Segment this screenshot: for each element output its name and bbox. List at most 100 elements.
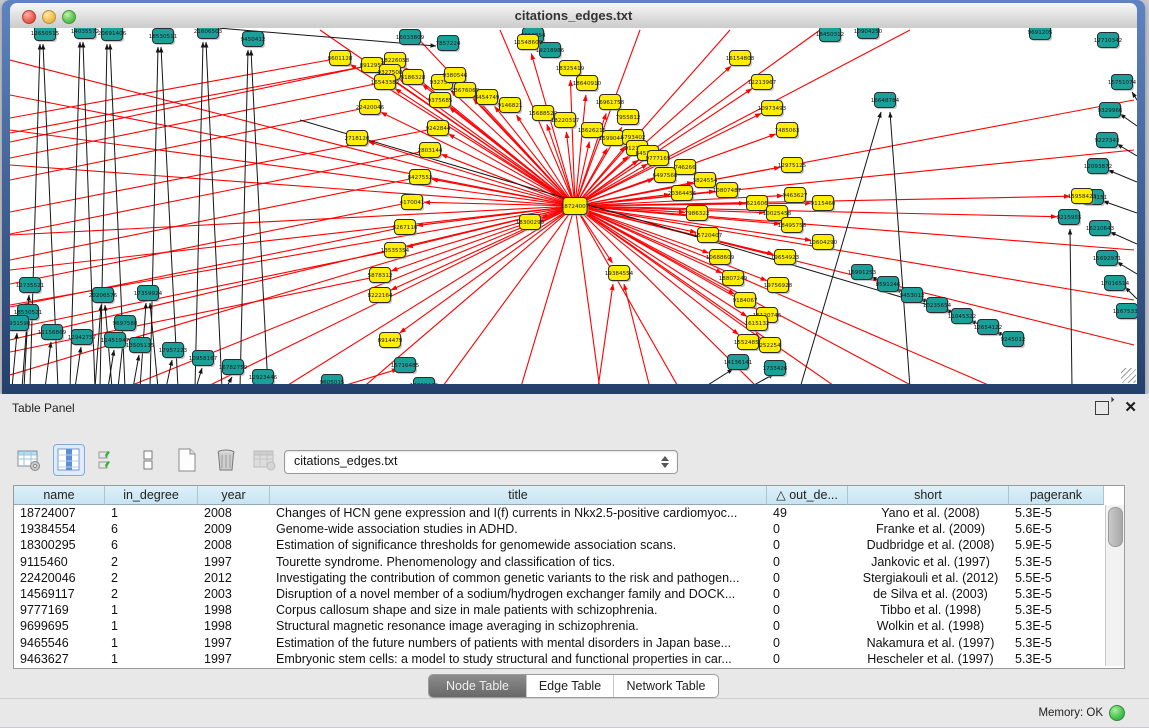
graph-node[interactable]: 13505135: [126, 338, 155, 355]
graph-node[interactable]: 1733426: [763, 361, 788, 378]
graph-node[interactable]: 12735521: [16, 278, 45, 295]
graph-node[interactable]: 17016514: [1101, 276, 1130, 293]
column-header-name[interactable]: name: [14, 486, 105, 505]
graph-node[interactable]: 18220317: [551, 113, 580, 130]
graph-node[interactable]: 14035572: [71, 28, 99, 40]
graph-node[interactable]: 12975125: [778, 158, 807, 175]
graph-node[interactable]: 15751074: [1108, 75, 1137, 92]
graph-node[interactable]: 16782759: [219, 360, 248, 377]
graph-node[interactable]: 9777169: [646, 151, 671, 168]
graph-node[interactable]: 9450412: [241, 32, 266, 49]
tab-edge-table[interactable]: Edge Table: [527, 675, 614, 697]
graph-node[interactable]: 12093872: [1084, 159, 1112, 176]
table-select-combo[interactable]: citations_edges.txt: [284, 450, 678, 474]
graph-node[interactable]: 2718120: [345, 131, 370, 148]
graph-node[interactable]: 16648784: [871, 93, 900, 110]
network-graph[interactable]: 12650515 1403557220691406 18530511 21606503…: [10, 28, 1137, 384]
graph-node[interactable]: 14136141: [724, 355, 753, 372]
graph-node[interactable]: 20691406: [98, 28, 127, 42]
network-canvas[interactable]: 12650515 1403557220691406 18530511 21606503…: [10, 28, 1137, 384]
graph-node[interactable]: 10235654: [923, 298, 952, 315]
graph-node[interactable]: 10904250: [854, 28, 883, 40]
table-row[interactable]: 1830029562008Estimation of significance …: [14, 537, 1105, 553]
graph-node[interactable]: 8215955: [1057, 210, 1082, 227]
graph-node[interactable]: 8186328: [401, 70, 426, 87]
graph-node[interactable]: 8591246: [876, 277, 901, 294]
graph-node[interactable]: 20364456: [668, 186, 697, 203]
graph-node[interactable]: 12213967: [748, 75, 777, 92]
graph-node[interactable]: 4170041: [400, 195, 425, 212]
graph-node[interactable]: 746266: [674, 160, 697, 177]
column-header-in_degree[interactable]: in_degree: [105, 486, 198, 505]
graph-node[interactable]: 8601128: [328, 51, 353, 68]
graph-node[interactable]: 17957223: [159, 343, 188, 360]
graph-node[interactable]: 18450312: [816, 28, 844, 43]
graph-node[interactable]: 252254: [759, 338, 782, 355]
graph-node[interactable]: 12710342: [1094, 33, 1122, 50]
window-titlebar[interactable]: citations_edges.txt: [10, 3, 1137, 29]
graph-node[interactable]: 18530511: [149, 29, 178, 46]
graph-node[interactable]: 5878312: [368, 268, 393, 285]
graph-node[interactable]: 9242844: [426, 121, 451, 138]
graph-node[interactable]: 9227343: [1095, 133, 1120, 150]
graph-node[interactable]: 7955812: [616, 110, 641, 127]
graph-node[interactable]: 9380546: [443, 68, 468, 85]
graph-node[interactable]: 17359924: [134, 286, 163, 303]
graph-node[interactable]: 10807487: [713, 183, 742, 200]
graph-node[interactable]: 19654923: [771, 250, 800, 267]
graph-node[interactable]: 18300295: [516, 215, 545, 232]
graph-node[interactable]: 12942757: [68, 330, 97, 347]
graph-node[interactable]: 12650515: [31, 28, 60, 42]
graph-node[interactable]: 18640910: [573, 76, 602, 93]
graph-node[interactable]: 16543382: [371, 75, 399, 92]
graph-node[interactable]: 6497568: [653, 168, 678, 185]
float-panel-icon[interactable]: [1095, 401, 1109, 415]
graph-node[interactable]: 18807249: [719, 271, 748, 288]
graph-node[interactable]: 16210643: [1086, 221, 1115, 238]
graph-node[interactable]: 9329966: [1098, 103, 1123, 120]
graph-node[interactable]: 2803144: [418, 143, 443, 160]
graph-node[interactable]: 18325419: [556, 61, 585, 78]
delete-column-icon[interactable]: [211, 445, 241, 475]
graph-node[interactable]: 18724007: [561, 198, 590, 217]
graph-node[interactable]: 19384554: [605, 266, 634, 283]
table-row[interactable]: 1938455462009Genome-wide association stu…: [14, 521, 1105, 537]
table-row[interactable]: 2242004622012Investigating the contribut…: [14, 570, 1105, 586]
graph-node[interactable]: 9375685: [428, 93, 453, 110]
graph-node[interactable]: 8914479: [378, 333, 403, 350]
graph-node[interactable]: 18495758: [778, 218, 807, 235]
graph-node[interactable]: 9453012: [900, 288, 925, 305]
table-vscrollbar[interactable]: [1105, 505, 1124, 666]
column-header-pagerank[interactable]: pagerank: [1009, 486, 1104, 505]
table-settings-icon[interactable]: [14, 445, 44, 475]
graph-node[interactable]: 9697588: [113, 316, 138, 333]
new-column-icon[interactable]: [172, 445, 202, 475]
graph-node[interactable]: 8222164: [368, 288, 393, 305]
table-row[interactable]: 1872400712008Changes of HCN gene express…: [14, 505, 1105, 521]
graph-node[interactable]: 3931590: [10, 316, 31, 333]
graph-node[interactable]: 9115460: [811, 196, 836, 213]
graph-node[interactable]: 12923446: [249, 370, 278, 385]
graph-node[interactable]: 21606503: [194, 28, 223, 40]
table-row[interactable]: 946554611997Estimation of the future num…: [14, 635, 1105, 651]
select-rows-icon[interactable]: [94, 445, 124, 475]
graph-node[interactable]: 16961758: [596, 95, 625, 112]
graph-node[interactable]: 1615132: [745, 316, 770, 333]
graph-node[interactable]: 10604290: [809, 235, 838, 252]
graph-node[interactable]: 15692971: [1093, 251, 1122, 268]
graph-node[interactable]: 11548609: [514, 35, 543, 52]
graph-node[interactable]: 16033809: [396, 30, 425, 47]
graph-node[interactable]: 20206576: [89, 288, 118, 305]
graph-node[interactable]: 621606: [746, 196, 769, 213]
graph-node[interactable]: 9691205: [1028, 28, 1053, 41]
graph-node[interactable]: 15958423: [1068, 189, 1097, 206]
close-panel-icon[interactable]: ✕: [1124, 398, 1137, 416]
delete-table-icon[interactable]: [250, 445, 280, 475]
graph-node[interactable]: 16154808: [726, 51, 755, 68]
table-row[interactable]: 969969511998Structural magnetic resonanc…: [14, 618, 1105, 634]
row-height-icon[interactable]: [133, 445, 163, 475]
graph-node[interactable]: 9184067: [733, 293, 758, 310]
graph-node[interactable]: 10973493: [758, 101, 787, 118]
column-header-title[interactable]: title: [270, 486, 767, 505]
vscrollbar-thumb[interactable]: [1108, 507, 1123, 547]
